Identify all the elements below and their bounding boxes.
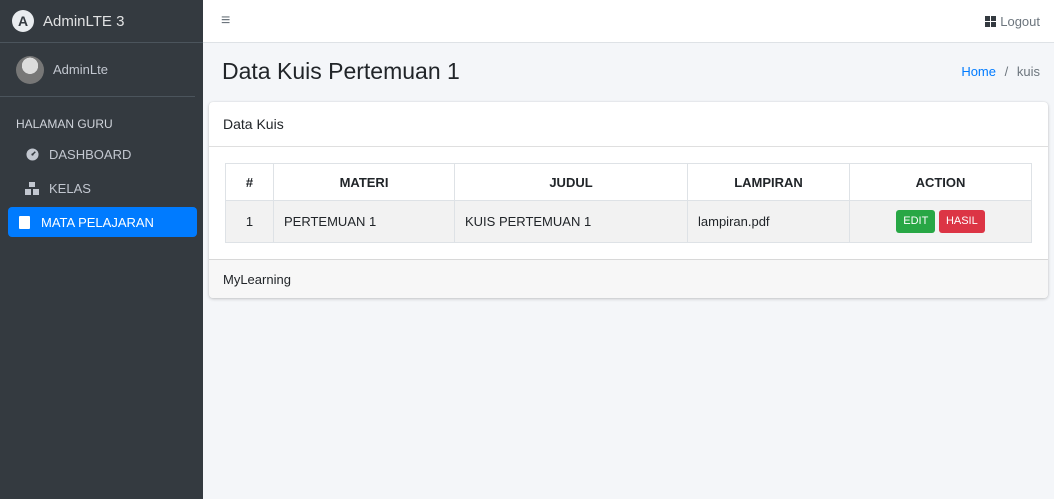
card-body: # MATERI JUDUL LAMPIRAN ACTION 1 PERTEMU… bbox=[209, 147, 1048, 259]
cell-number: 1 bbox=[225, 200, 274, 243]
user-name[interactable]: AdminLte bbox=[53, 62, 108, 77]
column-header-lampiran: LAMPIRAN bbox=[687, 163, 850, 201]
book-icon bbox=[16, 215, 32, 229]
brand-link[interactable]: A AdminLTE 3 bbox=[0, 0, 203, 43]
quiz-card: Data Kuis # MATERI JUDUL LAMPIRAN ACTION… bbox=[209, 102, 1048, 298]
brand-logo-letter: A bbox=[17, 13, 29, 29]
column-header-action: ACTION bbox=[849, 163, 1032, 201]
card-title: Data Kuis bbox=[209, 102, 1048, 147]
hasil-button[interactable]: HASIL bbox=[938, 210, 985, 233]
sidebar-item-label: DASHBOARD bbox=[49, 146, 132, 162]
sidebar-item-label: KELAS bbox=[49, 180, 91, 196]
sidebar-item-dashboard[interactable]: DASHBOARD bbox=[8, 139, 197, 169]
table-row: 1 PERTEMUAN 1 KUIS PERTEMUAN 1 lampiran.… bbox=[225, 200, 1032, 243]
breadcrumb: Home / kuis bbox=[961, 64, 1040, 79]
tachometer-icon bbox=[24, 147, 40, 161]
breadcrumb-current: kuis bbox=[1016, 63, 1040, 79]
avatar[interactable] bbox=[16, 55, 44, 84]
brand-logo: A bbox=[12, 10, 34, 32]
edit-button[interactable]: EDIT bbox=[896, 210, 936, 233]
sidebar: A AdminLTE 3 AdminLte HALAMAN GURU DASHB… bbox=[0, 0, 203, 499]
cell-judul: KUIS PERTEMUAN 1 bbox=[454, 200, 688, 243]
th-large-icon bbox=[985, 15, 997, 27]
card-footer: MyLearning bbox=[209, 259, 1048, 298]
breadcrumb-separator: / bbox=[1004, 63, 1009, 79]
logout-link[interactable]: Logout bbox=[985, 14, 1040, 29]
breadcrumb-home[interactable]: Home bbox=[961, 64, 996, 79]
page-title: Data Kuis Pertemuan 1 bbox=[222, 57, 460, 84]
column-header-materi: MATERI bbox=[273, 163, 455, 201]
table-header-row: # MATERI JUDUL LAMPIRAN ACTION bbox=[225, 163, 1032, 201]
logout-label: Logout bbox=[1000, 13, 1040, 29]
sidebar-item-mata-pelajaran[interactable]: MATA PELAJARAN bbox=[8, 207, 197, 237]
quiz-table: # MATERI JUDUL LAMPIRAN ACTION 1 PERTEMU… bbox=[225, 163, 1032, 243]
cell-action: EDIT HASIL bbox=[849, 200, 1032, 243]
content-wrapper: Data Kuis Pertemuan 1 Home / kuis Data K… bbox=[203, 43, 1054, 499]
brand-title[interactable]: AdminLTE 3 bbox=[43, 13, 124, 30]
cubes-icon bbox=[24, 181, 40, 195]
content-header: Data Kuis Pertemuan 1 Home / kuis bbox=[203, 43, 1054, 99]
top-navbar: ≡ Logout bbox=[203, 0, 1054, 43]
menu-icon[interactable]: ≡ bbox=[221, 12, 230, 30]
user-panel[interactable]: AdminLte bbox=[0, 43, 195, 97]
nav-header: HALAMAN GURU bbox=[16, 117, 113, 131]
cell-materi: PERTEMUAN 1 bbox=[273, 200, 455, 243]
sidebar-item-label: MATA PELAJARAN bbox=[41, 214, 154, 230]
column-header-number: # bbox=[225, 163, 274, 201]
cell-lampiran: lampiran.pdf bbox=[687, 200, 850, 243]
column-header-judul: JUDUL bbox=[454, 163, 688, 201]
sidebar-item-kelas[interactable]: KELAS bbox=[8, 173, 197, 203]
